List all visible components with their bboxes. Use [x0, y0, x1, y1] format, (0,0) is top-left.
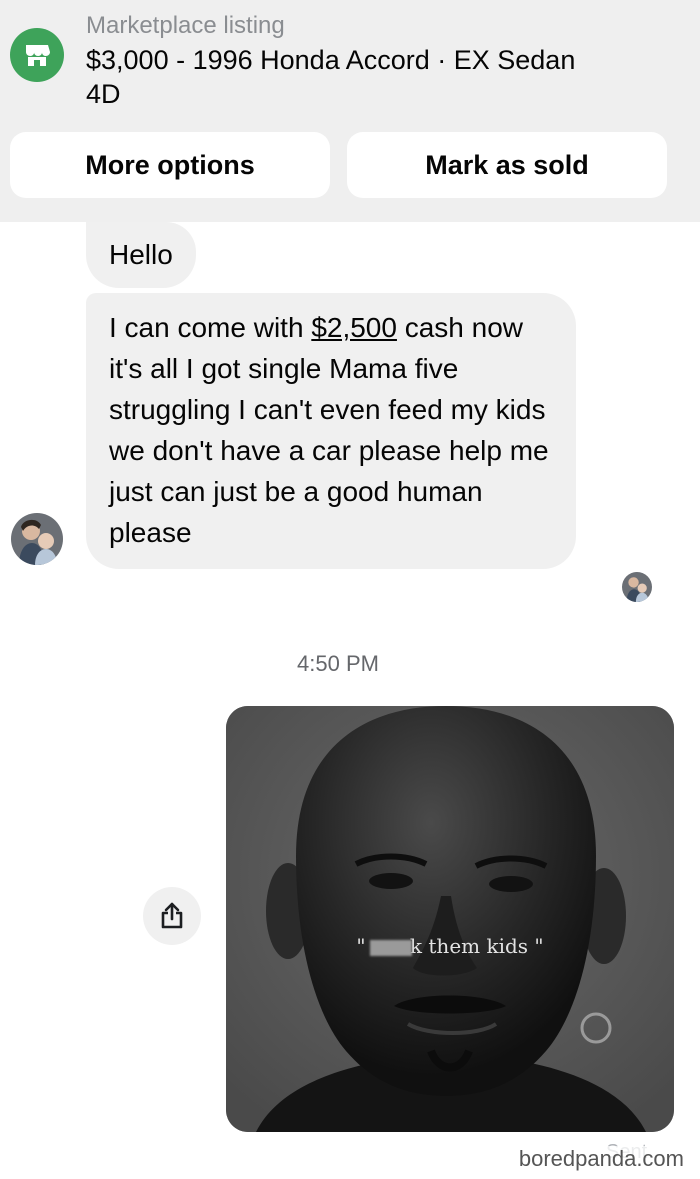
message-text: Hello	[109, 239, 173, 270]
more-options-button[interactable]: More options	[10, 132, 330, 198]
image-caption: " k them kids "	[226, 934, 674, 958]
watermark: boredpanda.com	[516, 1146, 686, 1172]
sent-image[interactable]: " k them kids "	[226, 706, 674, 1132]
listing-header: Marketplace listing $3,000 - 1996 Honda …	[0, 0, 700, 222]
storefront-icon[interactable]	[10, 28, 64, 82]
amount-link[interactable]: $2,500	[311, 312, 397, 343]
message-bubble-offer[interactable]: I can come with $2,500 cash now it's all…	[86, 293, 576, 569]
seen-avatar	[622, 572, 652, 602]
listing-label: Marketplace listing	[86, 12, 285, 39]
caption-text: k them kids "	[409, 934, 544, 958]
mark-as-sold-button[interactable]: Mark as sold	[347, 132, 667, 198]
censor-blur	[369, 939, 412, 956]
message-timestamp: 4:50 PM	[297, 651, 379, 676]
message-text: I can come with	[109, 312, 312, 343]
caption-open-quote: "	[356, 934, 366, 958]
message-text: cash now it's all I got single Mama five…	[109, 312, 549, 548]
share-icon[interactable]	[143, 887, 201, 945]
sender-avatar[interactable]	[11, 513, 63, 565]
listing-title[interactable]: $3,000 - 1996 Honda Accord · EX Sedan 4D	[86, 43, 606, 111]
message-bubble-hello[interactable]: Hello	[86, 222, 196, 288]
